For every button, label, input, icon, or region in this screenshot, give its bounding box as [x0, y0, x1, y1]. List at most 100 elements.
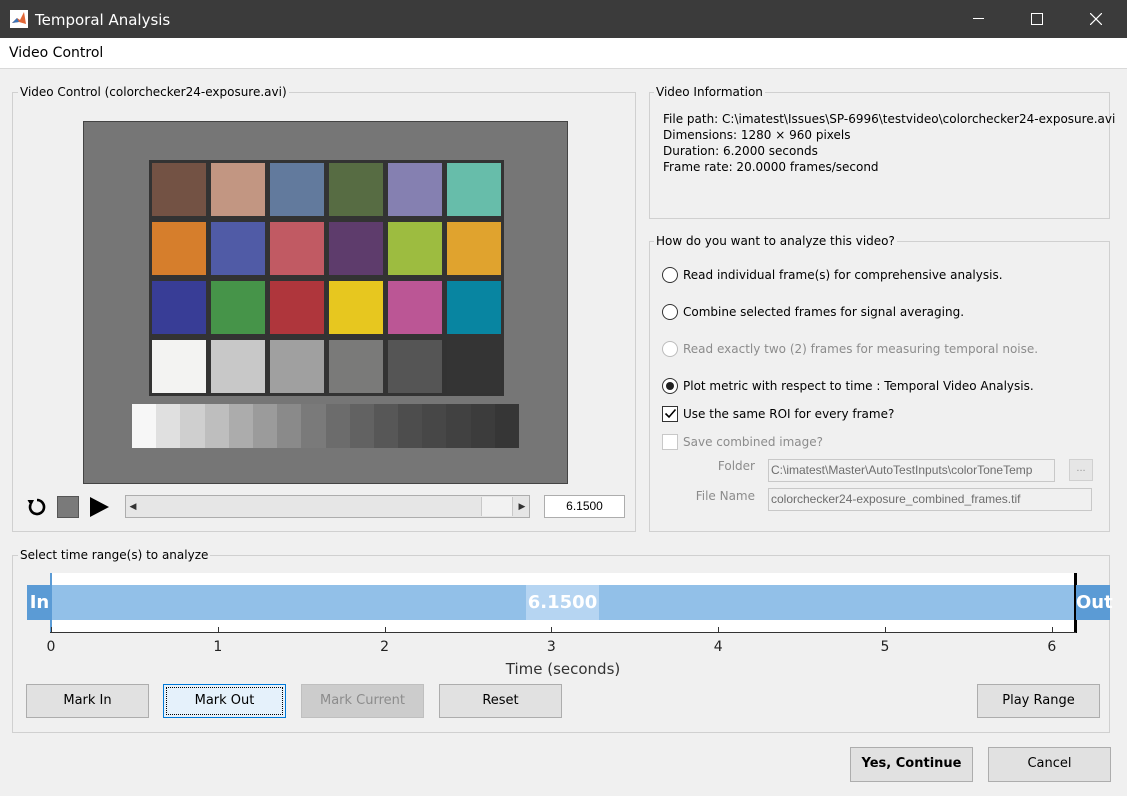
gray-step: [373, 404, 399, 448]
color-patch: [270, 281, 324, 334]
color-patch: [211, 281, 265, 334]
same-roi-label: Use the same ROI for every frame?: [683, 407, 895, 421]
color-patch: [211, 222, 265, 275]
axis-tick-label: 2: [380, 639, 390, 655]
mark-in-button[interactable]: Mark In: [26, 684, 149, 718]
out-marker[interactable]: Out: [1076, 585, 1113, 620]
gray-step: [180, 404, 205, 448]
checkmark-icon: [664, 408, 677, 419]
maximize-icon: [1031, 13, 1043, 25]
save-combined-checkbox: [662, 434, 678, 450]
gray-step: [494, 404, 519, 448]
color-patch: [329, 340, 383, 393]
colorchecker-chart: [149, 160, 504, 396]
reset-button[interactable]: Reset: [439, 684, 562, 718]
color-patch: [388, 163, 442, 216]
option-individual-frames[interactable]: Read individual frame(s) for comprehensi…: [662, 267, 1003, 283]
axis-tick-label: 0: [46, 639, 56, 655]
current-time-marker[interactable]: 6.1500: [526, 585, 599, 620]
color-patch: [270, 222, 324, 275]
in-marker[interactable]: In: [27, 585, 52, 620]
minimize-icon: [972, 18, 984, 19]
option-label: Plot metric with respect to time : Tempo…: [683, 379, 1034, 393]
maximize-button[interactable]: [1014, 0, 1060, 38]
slider-thumb[interactable]: [481, 497, 513, 516]
color-patch: [388, 340, 442, 393]
time-range-panel-title: Select time range(s) to analyze: [18, 548, 211, 562]
axis-tick-label: 1: [213, 639, 223, 655]
time-axis-title: Time (seconds): [505, 660, 621, 678]
dimensions-text: Dimensions: 1280 × 960 pixels: [663, 128, 851, 142]
file-path-text: File path: C:\imatest\Issues\SP-6996\tes…: [663, 112, 1116, 126]
mark-out-button[interactable]: Mark Out: [163, 684, 286, 718]
minimize-button[interactable]: [955, 0, 1001, 38]
same-roi-checkbox-row[interactable]: Use the same ROI for every frame?: [662, 406, 894, 422]
option-label: Combine selected frames for signal avera…: [683, 305, 965, 319]
color-patch: [447, 222, 501, 275]
color-patch: [211, 163, 265, 216]
save-combined-label: Save combined image?: [683, 435, 824, 449]
axis-tick: [384, 627, 386, 633]
axis-tick-label: 4: [713, 639, 723, 655]
gray-step: [132, 404, 157, 448]
slider-right-arrow-icon[interactable]: ▶: [515, 496, 529, 517]
color-patch: [447, 281, 501, 334]
color-patch: [447, 340, 501, 393]
option-label: Read exactly two (2) frames for measurin…: [683, 342, 1039, 356]
color-patch: [152, 222, 206, 275]
video-position-slider[interactable]: ◀ ▶: [125, 495, 530, 518]
gray-ramp: [132, 404, 519, 448]
close-button[interactable]: [1073, 0, 1119, 38]
video-control-panel-title: Video Control (colorchecker24-exposure.a…: [18, 85, 289, 99]
video-information-title: Video Information: [654, 85, 765, 99]
time-axis: [50, 632, 1076, 633]
video-frame: [83, 121, 568, 484]
color-patch: [329, 222, 383, 275]
option-two-frames: Read exactly two (2) frames for measurin…: [662, 341, 1038, 357]
menu-video-control[interactable]: Video Control: [9, 45, 103, 61]
color-patch: [152, 340, 206, 393]
gray-step: [446, 404, 471, 448]
radio-button-selected[interactable]: [662, 378, 678, 394]
radio-button[interactable]: [662, 267, 678, 283]
option-combine-frames[interactable]: Combine selected frames for signal avera…: [662, 304, 964, 320]
radio-button: [662, 341, 678, 357]
gray-step: [228, 404, 253, 448]
duration-text: Duration: 6.2000 seconds: [663, 144, 818, 158]
frame-rate-text: Frame rate: 20.0000 frames/second: [663, 160, 879, 174]
same-roi-checkbox[interactable]: [662, 406, 678, 422]
axis-tick: [718, 627, 720, 633]
cancel-button[interactable]: Cancel: [988, 747, 1111, 782]
axis-tick-label: 5: [880, 639, 890, 655]
save-combined-checkbox-row: Save combined image?: [662, 434, 823, 450]
play-range-button[interactable]: Play Range: [977, 684, 1100, 718]
continue-button[interactable]: Yes, Continue: [850, 747, 973, 782]
radio-button[interactable]: [662, 304, 678, 320]
title-bar: Temporal Analysis: [0, 0, 1127, 38]
mark-current-button: Mark Current: [301, 684, 424, 718]
slider-left-arrow-icon[interactable]: ◀: [126, 496, 140, 517]
color-patch: [329, 163, 383, 216]
color-patch: [388, 222, 442, 275]
stop-icon[interactable]: [57, 496, 79, 518]
browse-folder-button: ...: [1069, 459, 1093, 481]
gray-step: [422, 404, 447, 448]
color-patch: [152, 163, 206, 216]
play-icon[interactable]: [88, 496, 110, 518]
option-temporal-analysis[interactable]: Plot metric with respect to time : Tempo…: [662, 378, 1034, 394]
gray-step: [470, 404, 495, 448]
axis-tick-label: 6: [1047, 639, 1057, 655]
window-title: Temporal Analysis: [35, 11, 171, 29]
replay-icon[interactable]: [26, 496, 48, 518]
option-label: Read individual frame(s) for comprehensi…: [683, 268, 1003, 282]
file-name-input: colorchecker24-exposure_combined_frames.…: [768, 488, 1092, 511]
axis-tick-label: 3: [546, 639, 556, 655]
current-time-field[interactable]: 6.1500: [544, 495, 625, 518]
folder-label: Folder: [717, 459, 755, 473]
color-patch: [152, 281, 206, 334]
color-patch: [211, 340, 265, 393]
file-name-label: File Name: [695, 489, 755, 503]
color-patch: [447, 163, 501, 216]
gray-step: [156, 404, 181, 448]
gray-step: [277, 404, 302, 448]
